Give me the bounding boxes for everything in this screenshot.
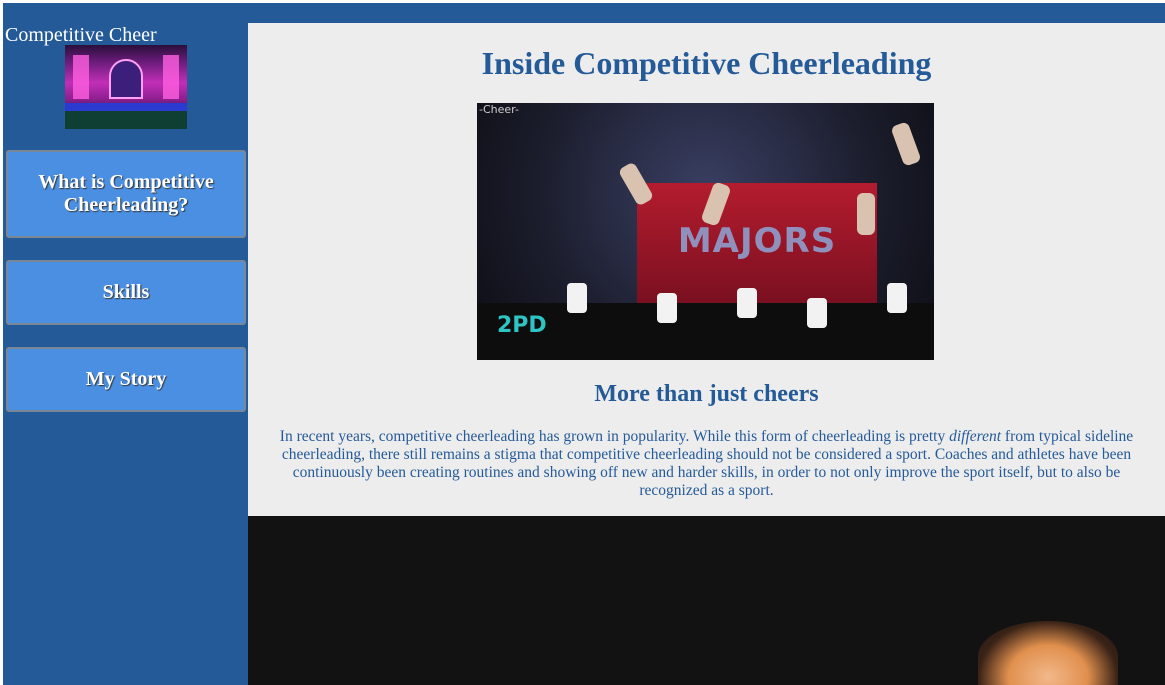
athlete-figure (807, 298, 827, 328)
athlete-figure (657, 293, 677, 323)
intro-paragraph: In recent years, competitive cheerleadin… (260, 428, 1153, 500)
page-title: Inside Competitive Cheerleading (481, 45, 932, 81)
paragraph-text: In recent years, competitive cheerleadin… (279, 428, 950, 445)
logo-arch (109, 59, 143, 99)
logo-banner-left (73, 55, 89, 99)
paragraph-emphasis: different (949, 428, 1002, 445)
site-title[interactable]: Competitive Cheer (5, 23, 157, 47)
hero-sign: MAJORS (677, 221, 837, 261)
sidebar: Competitive Cheer What is Competitive Ch… (3, 23, 248, 685)
flyer-figure (890, 121, 922, 167)
nav-label: What is Competitive Cheerleading? (38, 171, 214, 216)
hero-corner-tag: -Cheer- (479, 103, 519, 116)
flyer-figure (857, 193, 875, 235)
section-subheading: More than just cheers (594, 381, 819, 407)
nav-what-is-competitive-cheerleading[interactable]: What is Competitive Cheerleading? (6, 150, 246, 238)
logo-stage (65, 103, 187, 111)
nav-label: Skills (102, 281, 150, 303)
logo-floor (65, 111, 187, 129)
athlete-figure (737, 288, 757, 318)
hero-watermark: 2PD (497, 313, 547, 338)
nav-skills[interactable]: Skills (6, 260, 246, 325)
bottom-photo (248, 516, 1165, 685)
main-content: Inside Competitive Cheerleading -Cheer- … (248, 23, 1165, 516)
photo-hair-detail (978, 621, 1118, 685)
nav-my-story[interactable]: My Story (6, 347, 246, 412)
site-logo (65, 45, 187, 129)
athlete-figure (567, 283, 587, 313)
athlete-figure (887, 283, 907, 313)
nav-label: My Story (85, 368, 167, 390)
top-strip (3, 3, 1165, 23)
logo-banner-right (163, 55, 179, 99)
hero-image: -Cheer- MAJORS 2PD (477, 103, 934, 360)
